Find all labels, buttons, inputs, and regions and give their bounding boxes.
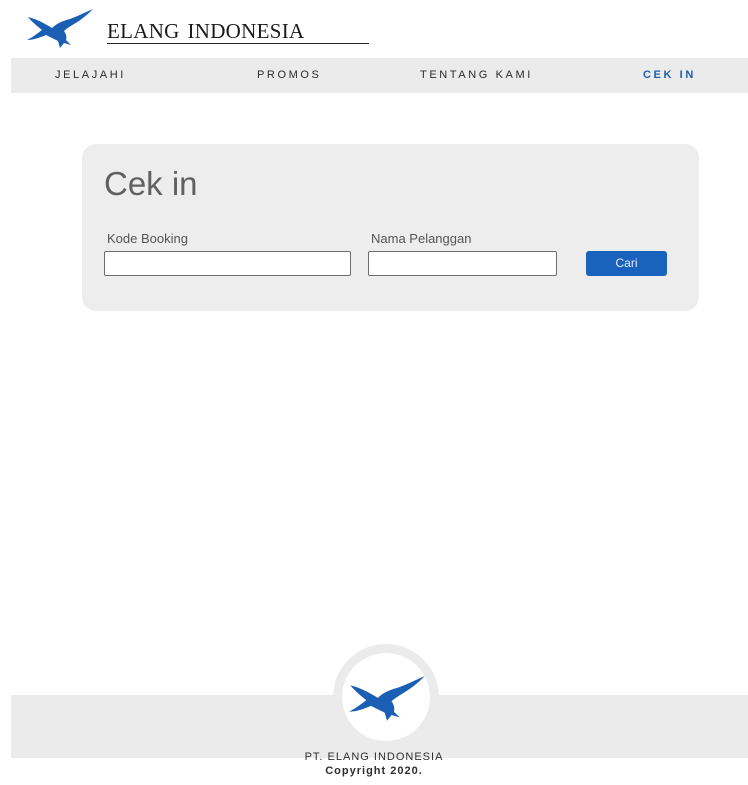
booking-code-input[interactable]: [104, 251, 351, 276]
brand-underline: [107, 43, 369, 44]
header: Elang Indonesia: [0, 0, 748, 58]
nav-item-jelajahi[interactable]: JELAJAHI: [55, 58, 126, 93]
search-button[interactable]: Cari: [586, 251, 667, 276]
customer-name-label: Nama Pelanggan: [371, 231, 472, 246]
page-title: Cek in: [104, 165, 198, 202]
main-nav: JELAJAHI PROMOS TENTANG KAMI CEK IN: [11, 58, 748, 93]
nav-item-cek-in[interactable]: CEK IN: [643, 58, 696, 93]
footer-company: PT. ELANG INDONESIA: [304, 751, 444, 763]
customer-name-input[interactable]: [368, 251, 557, 276]
eagle-icon[interactable]: [26, 9, 94, 49]
nav-item-promos[interactable]: PROMOS: [257, 58, 322, 93]
footer-copyright: Copyright 2020.: [325, 765, 423, 777]
nav-item-tentang-kami[interactable]: TENTANG KAMI: [420, 58, 533, 93]
eagle-icon: [349, 676, 425, 721]
booking-code-label: Kode Booking: [107, 231, 188, 246]
checkin-card: Cek in Kode Booking Nama Pelanggan Cari: [82, 144, 699, 311]
brand-name: Elang Indonesia: [107, 12, 305, 45]
